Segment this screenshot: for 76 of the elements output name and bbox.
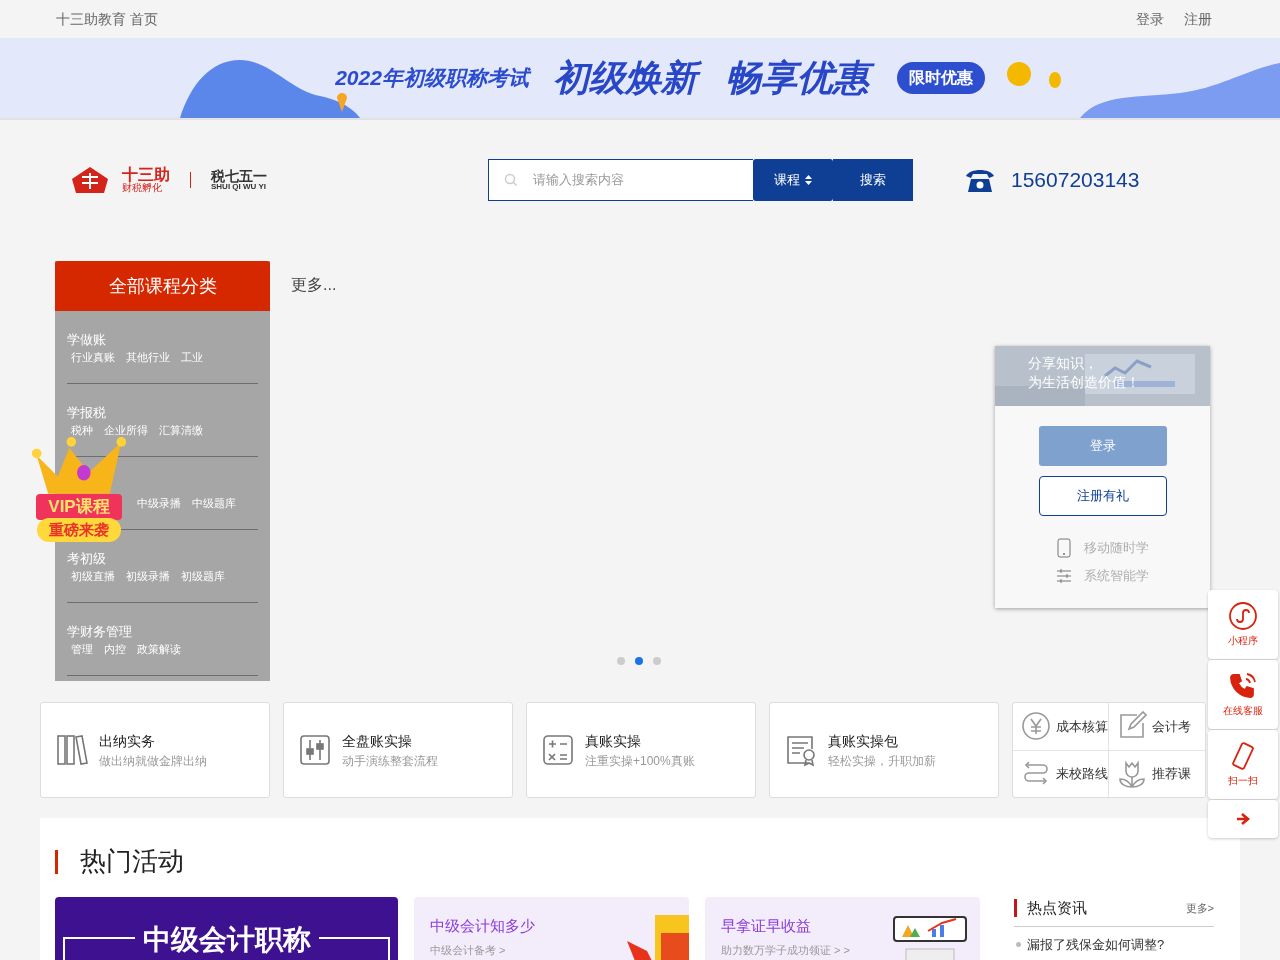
side-tool-button[interactable]: 小程序 [1208,590,1278,659]
quick-link[interactable]: 来校路线 [1013,750,1109,797]
brand-tagline: 财税孵化 [122,183,163,193]
binders-icon [55,733,89,767]
activity-card[interactable]: 早拿证早收益 助力数万学子成功领证 > > [705,897,980,960]
news-title: 热点资讯 [1027,898,1087,918]
sort-icon [803,174,813,186]
yen-icon [1021,711,1051,742]
feature-subtitle: 做出纳就做金牌出纳 [99,752,207,770]
section-title: 热门活动 [80,845,184,878]
promo-banner[interactable]: 2022年初级职称考试 初级焕新 畅享优惠 限时优惠 [0,38,1280,118]
quick-link[interactable]: 成本核算 [1013,703,1109,751]
categories-header: 全部课程分类 [55,261,270,311]
bullet-icon [1016,941,1021,947]
arrow-right-icon [1236,812,1250,826]
feature-card[interactable]: 全盘账实操 动手演练整套流程 [283,702,513,798]
side-tool-button[interactable] [1208,800,1278,838]
certificate-icon [784,733,818,767]
search-input[interactable]: 请输入搜索内容 [533,160,753,200]
vip-title: VIP课程 [36,494,122,520]
top-link[interactable]: 登录 [1136,8,1164,30]
login-button[interactable]: 登录 [1038,426,1167,466]
feature-title: 真账实操包 [828,731,899,751]
activity-title: 中级会计知多少 [430,916,536,936]
more-link[interactable]: 更多... [291,273,337,297]
mini-program-icon [1228,601,1258,631]
quick-link[interactable]: 会计考 [1109,703,1205,751]
search-field[interactable]: 请输入搜索内容 [488,159,753,201]
activity-card[interactable]: 中级会计知多少 中级会计备考 > [414,897,689,960]
logo-icon [70,165,110,195]
vip-badge[interactable]: VIP课程 重磅来袭 [27,436,131,542]
feature-title: 真账实操 [585,731,642,751]
news-more-link[interactable]: 更多> [1185,900,1214,917]
phone-icon [1056,538,1072,558]
sliders-icon [298,733,332,767]
register-button[interactable]: 注册有礼 [1038,476,1167,516]
feature-card[interactable]: 真账实操 注重实操+100%真账 [526,702,756,798]
feature-subtitle: 动手演练整套流程 [342,752,438,770]
feature-card[interactable]: 出纳实务 做出纳就做金牌出纳 [40,702,270,798]
banner-badge: 限时优惠 [896,62,985,94]
feature-subtitle: 轻松实操，升职加薪 [828,752,936,770]
top-link[interactable]: 注册 [1184,8,1212,30]
banner-slogan: 畅享优惠 [724,54,877,102]
activity-subtitle: 中级会计备考 > [430,942,507,958]
banner-slogan: 初级焕新 [552,54,705,102]
partner-name: 税七五一 [211,169,267,183]
search-icon [504,173,518,187]
activity-title: 早拿证早收益 [721,916,812,936]
telephone-icon [965,167,995,193]
banner-headline: 2022年初级职称考试 [335,62,533,94]
vip-subtitle: 重磅来袭 [37,518,121,542]
side-tool-button[interactable]: 扫一扫 [1208,730,1278,799]
side-tool-button[interactable]: 在线客服 [1208,660,1278,729]
sliders-icon [1056,567,1072,584]
site-title[interactable]: 十三助教育 首页 [56,8,158,30]
feature-title: 出纳实务 [99,731,156,751]
scope-dropdown[interactable]: 课程 [753,159,833,201]
feature-label: 系统智能学 [1084,567,1149,585]
feature-title: 全盘账实操 [342,731,413,751]
partner-pinyin: SHUI QI WU YI [211,183,267,191]
flower-icon [1117,758,1147,789]
search-button[interactable]: 搜索 [833,159,913,201]
quick-link[interactable]: 推荐课 [1109,750,1205,797]
phone-number: 15607203143 [1011,167,1140,194]
card-slogan: 分享知识， [1028,354,1099,373]
phone-icon [1228,671,1258,701]
chart-screen-icon [892,913,968,960]
crown-icon [29,436,129,494]
activity-banner[interactable]: 中级会计职称 [55,897,398,960]
feature-card[interactable]: 真账实操包 轻松实操，升职加薪 [769,702,999,798]
activity-subtitle: 助力数万学子成功领证 > > [721,942,851,958]
brand-name: 十三助 [122,167,170,183]
feature-label: 移动随时学 [1084,539,1149,558]
news-item[interactable]: 漏报了残保金如何调整? [1027,934,1165,954]
feature-subtitle: 注重实操+100%真账 [585,752,695,770]
calculator-icon [541,733,575,767]
